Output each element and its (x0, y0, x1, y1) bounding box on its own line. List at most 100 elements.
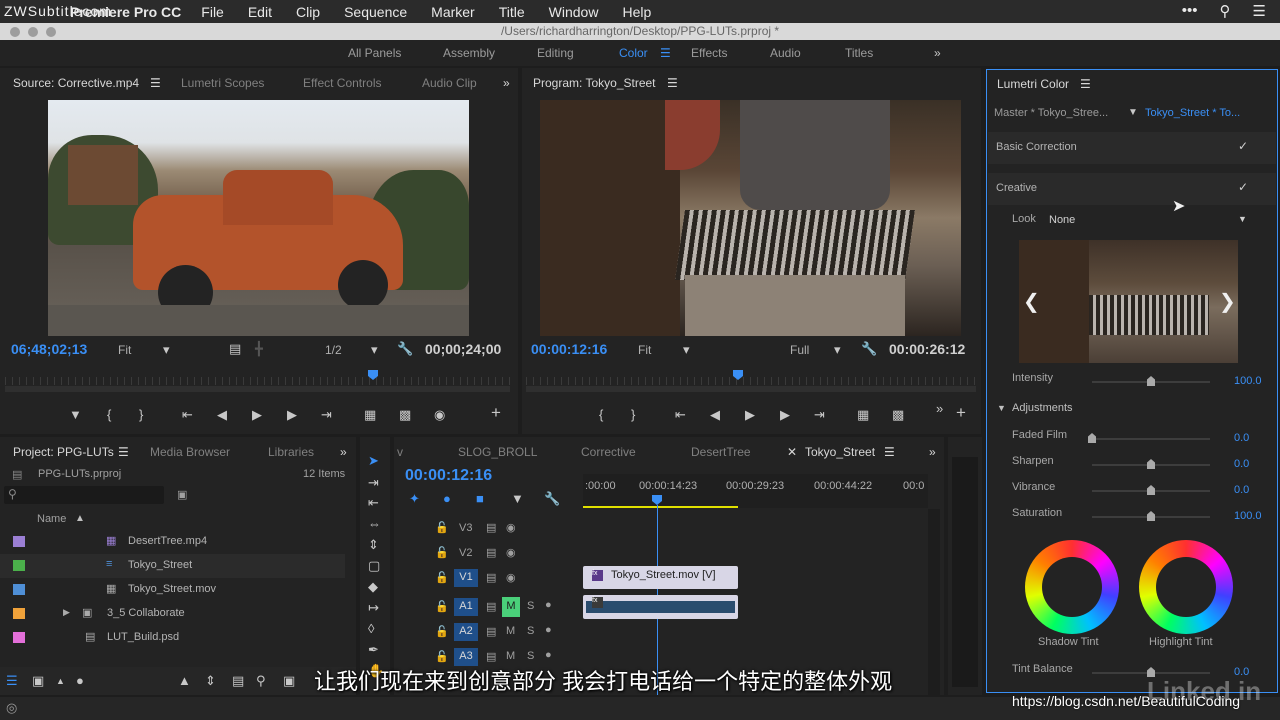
highlight-tint-wheel[interactable] (1139, 540, 1233, 634)
mute-button[interactable]: M (506, 650, 515, 662)
find-icon[interactable]: ⚲ (256, 674, 266, 688)
wrench-icon[interactable]: 🔧 (861, 342, 877, 356)
lumetri-menu-icon[interactable]: ☰ (1080, 77, 1091, 91)
wrench-icon[interactable]: 🔧 (544, 492, 560, 506)
step-forward-icon[interactable]: ▶ (780, 408, 790, 422)
source-fit-select[interactable]: Fit (118, 343, 131, 357)
mute-button[interactable]: M (502, 597, 520, 617)
workspace-overflow-icon[interactable]: » (934, 46, 941, 60)
eye-icon[interactable]: ◉ (506, 546, 516, 559)
play-icon[interactable]: ▶ (745, 408, 755, 422)
go-to-in-icon[interactable]: ⇤ (182, 408, 193, 422)
faded-film-value[interactable]: 0.0 (1234, 432, 1249, 444)
saturation-slider-thumb[interactable] (1147, 511, 1155, 521)
sync-lock-icon[interactable]: ▤ (486, 600, 496, 613)
more-icon[interactable]: ••• (1182, 2, 1198, 20)
list-item[interactable]: ▶ ▣ 3_5 Collaborate (0, 602, 345, 626)
sync-lock-icon[interactable]: ▤ (486, 521, 496, 534)
icon-view-icon[interactable]: ▣ (32, 674, 44, 688)
linked-selection-icon[interactable]: ● (443, 492, 451, 506)
next-look-icon[interactable]: ❯ (1219, 289, 1236, 314)
rolling-edit-tool-icon[interactable]: ⇔ (368, 517, 381, 531)
timeline-vertical-scrollbar[interactable] (928, 509, 940, 695)
microphone-icon[interactable]: ● (545, 624, 552, 636)
add-marker-icon[interactable]: ▼ (69, 408, 82, 422)
label-color-swatch[interactable] (13, 584, 25, 595)
audio-clip[interactable]: fx (583, 595, 738, 619)
chevron-down-icon[interactable]: ▾ (371, 343, 378, 357)
overflow-icon[interactable]: » (936, 402, 943, 416)
wrench-icon[interactable]: 🔧 (397, 342, 413, 356)
tab-project-menu-icon[interactable]: ☰ (118, 445, 129, 459)
program-time-ruler[interactable] (526, 377, 976, 385)
timeline-timecode[interactable]: 00:00:12:16 (405, 467, 492, 485)
lock-icon[interactable]: 🔓 (435, 650, 449, 663)
chevron-down-icon[interactable]: ▾ (683, 343, 690, 357)
slip-tool-icon[interactable]: ↦ (368, 601, 379, 615)
tab-project[interactable]: Project: PPG-LUTs (13, 445, 114, 459)
menu-sequence[interactable]: Sequence (344, 4, 407, 20)
creative-header[interactable]: Creative ✓ (988, 173, 1276, 205)
menu-window[interactable]: Window (549, 4, 599, 20)
tab-audio-clip[interactable]: Audio Clip (422, 76, 477, 90)
workspace-titles[interactable]: Titles (845, 46, 873, 60)
workspace-effects[interactable]: Effects (691, 46, 727, 60)
microphone-icon[interactable]: ● (545, 599, 552, 611)
chevron-down-icon[interactable]: ▼ (1238, 214, 1247, 224)
panel-overflow-icon[interactable]: » (503, 76, 510, 90)
close-tab-icon[interactable]: ✕ (787, 445, 797, 459)
adjustments-expand-icon[interactable]: ▼ (997, 403, 1006, 413)
intensity-value[interactable]: 100.0 (1234, 375, 1262, 387)
add-marker-icon[interactable]: ■ (476, 492, 484, 506)
lock-icon[interactable]: 🔓 (435, 600, 449, 613)
mute-button[interactable]: M (506, 625, 515, 637)
source-timecode[interactable]: 06;48;02;13 (11, 341, 87, 357)
chevron-down-icon[interactable]: ▼ (1128, 107, 1138, 118)
label-color-swatch[interactable] (13, 608, 25, 619)
workspace-color-menu-icon[interactable]: ☰ (660, 46, 671, 60)
basic-correction-check-icon[interactable]: ✓ (1238, 139, 1248, 153)
workspace-editing[interactable]: Editing (537, 46, 574, 60)
previous-look-icon[interactable]: ❮ (1023, 289, 1040, 314)
source-zoom-scrollbar[interactable] (5, 386, 510, 392)
ripple-edit-tool-icon[interactable]: ⇤ (368, 496, 379, 510)
label-color-swatch[interactable] (13, 536, 25, 547)
new-bin-folder-icon[interactable]: ▣ (177, 488, 187, 501)
tab-deserttree[interactable]: DesertTree (691, 445, 751, 459)
sharpen-value[interactable]: 0.0 (1234, 458, 1249, 470)
lock-icon[interactable]: 🔓 (435, 571, 449, 584)
list-item[interactable]: ▤ LUT_Build.psd (0, 626, 345, 650)
intensity-slider-thumb[interactable] (1147, 376, 1155, 386)
tab-slog-broll[interactable]: SLOG_BROLL (458, 445, 537, 459)
expand-triangle-icon[interactable]: ▶ (63, 607, 70, 618)
tab-source-menu-icon[interactable]: ☰ (150, 76, 161, 90)
list-item[interactable]: ▦ DesertTree.mp4 (0, 530, 345, 554)
solo-button[interactable]: S (527, 650, 534, 662)
lumetri-title[interactable]: Lumetri Color (997, 77, 1069, 91)
look-select[interactable]: None (1049, 214, 1075, 226)
vibrance-slider-thumb[interactable] (1147, 485, 1155, 495)
chevron-down-icon[interactable]: ▾ (834, 343, 841, 357)
tab-tokyo-street[interactable]: Tokyo_Street (805, 445, 875, 459)
zoom-in-icon[interactable]: ▲ (178, 674, 191, 688)
timeline-playhead-handle[interactable] (652, 495, 662, 505)
eye-icon[interactable]: ◉ (506, 571, 516, 584)
menu-clip[interactable]: Clip (296, 4, 320, 20)
tab-libraries[interactable]: Libraries (268, 445, 314, 459)
workspace-assembly[interactable]: Assembly (443, 46, 495, 60)
sharpen-slider-thumb[interactable] (1147, 459, 1155, 469)
tab-program[interactable]: Program: Tokyo_Street (533, 76, 656, 90)
program-zoom-scrollbar[interactable] (526, 386, 976, 392)
track-label-v3[interactable]: V3 (459, 522, 472, 534)
basic-correction-header[interactable]: Basic Correction ✓ (988, 132, 1276, 164)
tab-timeline-menu-icon[interactable]: ☰ (884, 445, 895, 459)
panel-overflow-icon[interactable]: » (340, 445, 347, 459)
pen-tool-icon[interactable]: ✒ (368, 643, 379, 657)
new-bin-icon[interactable]: ▣ (283, 674, 295, 688)
lock-icon[interactable]: 🔓 (435, 546, 449, 559)
tab-lumetri-scopes[interactable]: Lumetri Scopes (181, 76, 264, 90)
export-frame-icon[interactable]: ▤ (229, 342, 241, 356)
rate-stretch-tool-icon[interactable]: ⇕ (368, 538, 379, 552)
step-back-icon[interactable]: ◀ (217, 408, 227, 422)
automate-to-sequence-icon[interactable]: ▤ (232, 674, 244, 688)
